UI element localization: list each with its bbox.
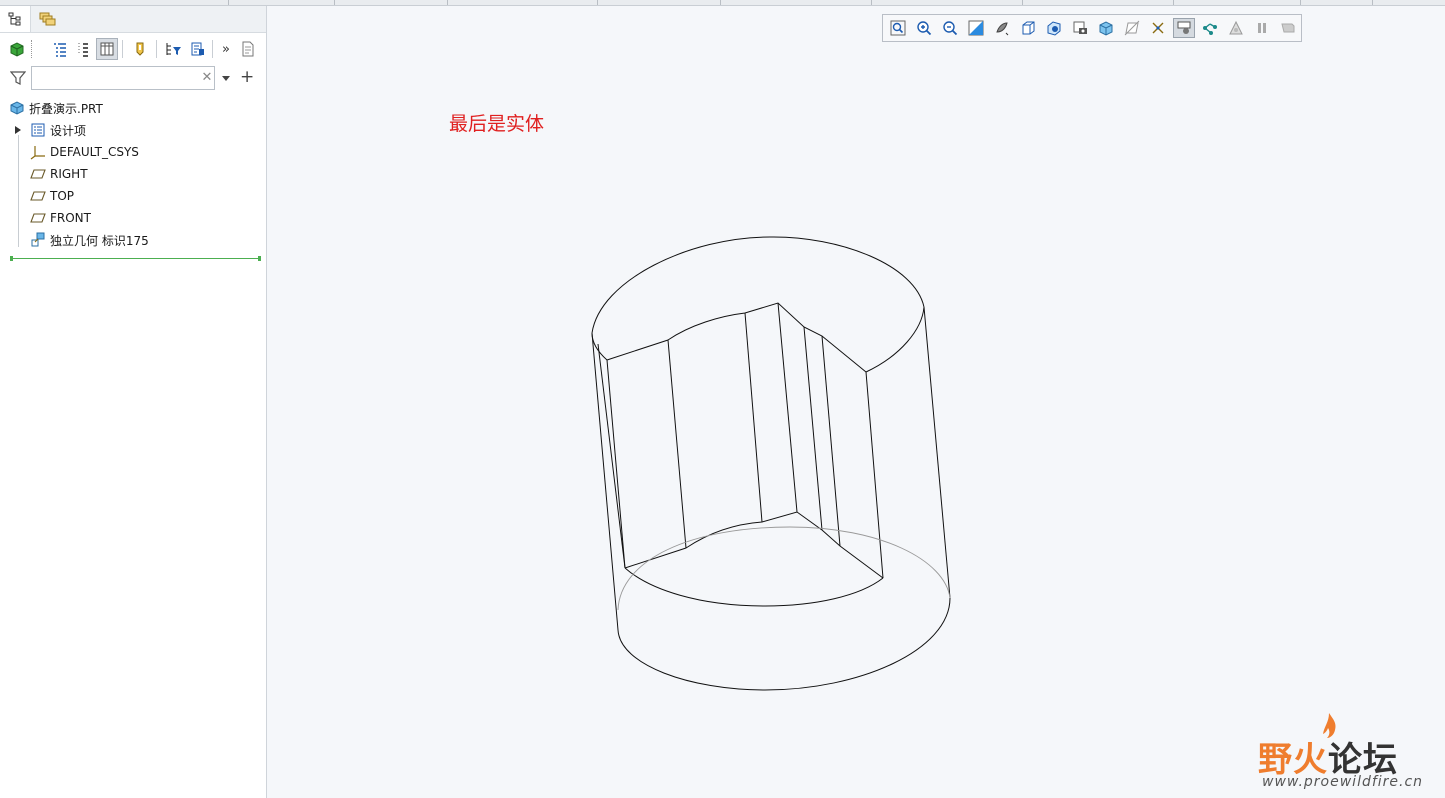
table-columns-icon xyxy=(100,42,114,56)
tree-item-label: RIGHT xyxy=(50,167,88,181)
bottom-edge xyxy=(617,597,951,691)
expand-arrow-icon[interactable] xyxy=(12,126,24,134)
datum-plane-icon xyxy=(30,188,46,204)
properties-button[interactable] xyxy=(237,38,259,60)
model-tree-toolbar: » xyxy=(0,36,266,62)
document-icon xyxy=(242,41,254,57)
tree-item-right[interactable]: RIGHT xyxy=(30,164,88,184)
caret-down-icon xyxy=(222,76,230,81)
tree-filter-button[interactable] xyxy=(162,38,184,60)
more-tools-button[interactable]: » xyxy=(215,38,237,60)
dotted-list-icon xyxy=(78,43,88,57)
cut-edge-4 xyxy=(803,326,823,531)
cut-bottom-edges xyxy=(624,511,884,579)
settings-doc-icon xyxy=(191,42,204,56)
cut-edge-1 xyxy=(667,339,687,549)
layers-icon xyxy=(39,12,56,26)
model-tree-panel: » ✕ + 折叠演示.PRT 设计项 DEFAULT_CSYS RIGHT TO… xyxy=(0,6,267,798)
cut-edge-2 xyxy=(744,312,763,523)
tree-search-input[interactable] xyxy=(31,66,215,90)
inner-bottom-arc xyxy=(624,567,884,607)
tree-item-part[interactable]: 折叠演示.PRT xyxy=(9,98,103,118)
tree-item-independent-geometry[interactable]: 独立几何 标识175 xyxy=(30,230,149,250)
forum-watermark: 野火论坛 www.proewildfire.cn xyxy=(1258,712,1438,792)
tree-item-label: 折叠演示.PRT xyxy=(29,101,103,116)
insert-here-indicator[interactable] xyxy=(10,256,261,261)
tree-item-label: 设计项 xyxy=(50,123,87,138)
panel-tabs xyxy=(0,6,266,33)
tree-item-label: 独立几何 标识175 xyxy=(50,233,149,248)
tree-item-label: DEFAULT_CSYS xyxy=(50,145,139,159)
part-icon xyxy=(9,100,25,116)
top-edge-outer xyxy=(591,236,925,334)
notch-top-edges xyxy=(606,302,867,373)
part-display-button[interactable] xyxy=(6,38,28,60)
plus-icon: + xyxy=(240,67,255,87)
settings-table-button[interactable] xyxy=(187,38,209,60)
right-silhouette xyxy=(923,306,951,599)
add-filter-button[interactable]: + xyxy=(240,68,256,86)
cube-green-icon xyxy=(10,42,24,57)
tab-layers[interactable] xyxy=(32,6,62,32)
list-tree-icon xyxy=(54,43,66,57)
independent-geometry-icon xyxy=(30,232,46,248)
cut-edge-5 xyxy=(821,335,841,547)
tree-item-front[interactable]: FRONT xyxy=(30,208,91,228)
top-edge-right-arc xyxy=(865,306,925,373)
tree-item-top[interactable]: TOP xyxy=(30,186,74,206)
model-wireframe[interactable] xyxy=(267,6,1445,798)
datum-plane-icon xyxy=(30,210,46,226)
csys-icon xyxy=(30,144,46,160)
left-inner-silhouette xyxy=(597,343,626,569)
tree-columns-button[interactable] xyxy=(49,38,71,60)
datum-plane-icon xyxy=(30,166,46,182)
tree-item-label: TOP xyxy=(50,189,75,203)
chevron-double-right-icon: » xyxy=(222,41,230,57)
search-dropdown-button[interactable] xyxy=(221,72,233,84)
watermark-url: www.proewildfire.cn xyxy=(1262,774,1424,790)
hidden-bottom-edge xyxy=(617,526,951,611)
clear-search-icon[interactable]: ✕ xyxy=(200,70,214,86)
tree-item-label: FRONT xyxy=(50,211,91,225)
tree-connector-line xyxy=(18,135,19,247)
design-items-icon xyxy=(30,122,46,138)
show-tree-columns-button[interactable] xyxy=(96,38,118,60)
highlight-button[interactable] xyxy=(129,38,151,60)
cut-edge-6 xyxy=(865,371,884,579)
tree-search-row: ✕ + xyxy=(0,66,266,92)
tab-model-tree[interactable] xyxy=(0,6,31,32)
tree-item-design-items[interactable]: 设计项 xyxy=(12,120,86,140)
tree-filter-icon xyxy=(166,43,181,55)
cut-edge-3 xyxy=(777,302,798,513)
tree-item-default-csys[interactable]: DEFAULT_CSYS xyxy=(30,142,139,162)
filter-icon[interactable] xyxy=(9,70,27,89)
expand-tree-button[interactable] xyxy=(72,38,94,60)
model-tree-icon xyxy=(8,12,21,26)
highlight-marker-icon xyxy=(136,42,144,56)
